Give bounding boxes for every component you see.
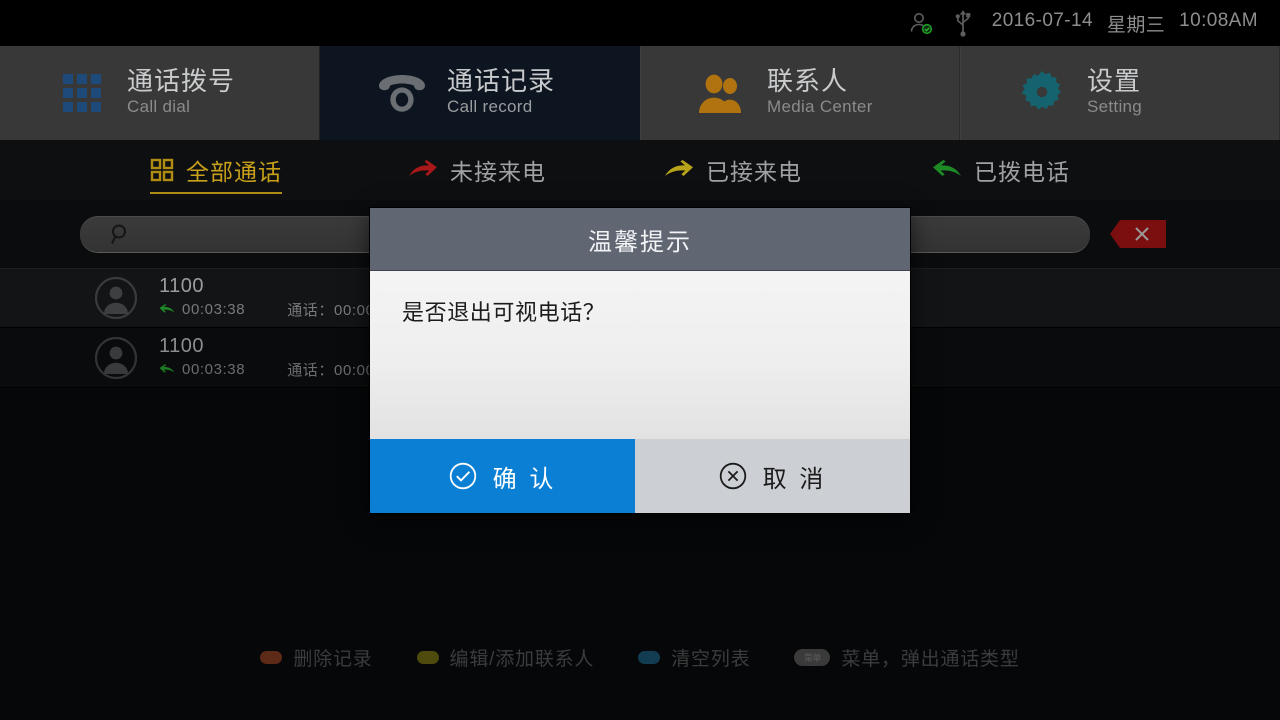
- status-time: 10:08AM: [1179, 9, 1258, 31]
- filter-tab-label: 未接来电: [450, 159, 546, 185]
- call-row-duration: 00:03:38: [182, 361, 246, 378]
- nav-label-en: Setting: [1087, 97, 1143, 117]
- nav-label-en: Call dial: [127, 97, 191, 117]
- grid-icon: [150, 158, 174, 182]
- cancel-button[interactable]: 取 消: [635, 439, 910, 513]
- nav-tab-contacts[interactable]: 联系人 Media Center: [640, 46, 960, 140]
- arrow-dialed-icon: [159, 304, 175, 315]
- delete-record-button[interactable]: [1110, 220, 1166, 248]
- hint-edit-add-contact: 编辑/添加联系人: [416, 644, 595, 671]
- check-circle-icon: [449, 462, 477, 490]
- call-row-number: 1100: [159, 335, 205, 357]
- filter-tab-received-calls[interactable]: 已接来电: [664, 140, 802, 200]
- bottom-hint-bar: 删除记录 编辑/添加联系人 清空列表 菜单 菜单，弹出通话类型: [0, 640, 1280, 674]
- hint-menu-call-type: 菜单 菜单，弹出通话类型: [794, 644, 1019, 671]
- dialog-title: 温馨提示: [370, 208, 910, 271]
- hint-label: 编辑/添加联系人: [449, 648, 595, 670]
- yellow-key-dot-icon: [416, 650, 439, 664]
- nav-label-cn: 联系人: [767, 65, 849, 96]
- call-row-talk: 通话：00:00: [287, 359, 374, 380]
- close-x-icon: [1133, 225, 1151, 243]
- call-row-duration-group: 00:03:38: [159, 361, 245, 378]
- hint-clear-list: 清空列表: [638, 644, 750, 671]
- nav-tab-call-dial-text: 通话拨号 Call dial: [127, 65, 265, 120]
- arrow-missed-icon: [408, 160, 438, 180]
- nav-tab-call-record[interactable]: 通话记录 Call record: [320, 46, 640, 140]
- user-online-icon: [908, 10, 934, 36]
- nav-label-cn: 设置: [1087, 65, 1142, 96]
- cancel-button-label: 取 消: [762, 465, 827, 493]
- talk-label: 通话：: [287, 302, 335, 319]
- call-row-body: 1100 00:03:38 通话：00:00: [159, 275, 375, 320]
- hint-label: 删除记录: [293, 648, 373, 670]
- talk-time: 00:00: [334, 362, 375, 379]
- filter-tab-label: 已拨电话: [974, 159, 1070, 185]
- hint-label: 清空列表: [671, 648, 751, 670]
- nav-tab-call-dial[interactable]: 通话拨号 Call dial: [0, 46, 320, 140]
- filter-tab-all-calls[interactable]: 全部通话: [150, 140, 282, 200]
- status-datetime: 2016-07-14 星期三 10:08AM: [992, 10, 1258, 37]
- filter-tab-label: 全部通话: [186, 159, 282, 185]
- call-row-duration-group: 00:03:38: [159, 301, 245, 318]
- nav-label-en: Media Center: [767, 97, 873, 117]
- menu-key-icon: 菜单: [794, 648, 831, 666]
- telephone-icon: [375, 66, 429, 120]
- status-weekday: 星期三: [1106, 14, 1166, 36]
- call-row-meta: 00:03:38 通话：00:00: [159, 299, 375, 320]
- dialog-message: 是否退出可视电话？: [402, 300, 606, 325]
- x-circle-icon: [719, 462, 747, 490]
- talk-time: 00:00: [334, 302, 375, 319]
- contacts-icon: [695, 66, 749, 120]
- confirm-button-label: 确 认: [492, 465, 557, 493]
- hint-label: 菜单，弹出通话类型: [841, 648, 1020, 670]
- nav-tab-contacts-text: 联系人 Media Center: [767, 65, 905, 120]
- main-nav-tabs: 通话拨号 Call dial 通话记录 Call record 联系人 Medi…: [0, 46, 1280, 140]
- call-type-filter-bar: 全部通话 未接来电 已接来电 已拨电话: [0, 140, 1280, 200]
- status-bar: 2016-07-14 星期三 10:08AM: [0, 0, 1280, 46]
- talk-label: 通话：: [287, 362, 335, 379]
- dialog-body: 是否退出可视电话？: [370, 271, 910, 439]
- dialog-actions: 确 认 取 消: [370, 439, 910, 513]
- nav-tab-call-record-text: 通话记录 Call record: [447, 65, 585, 120]
- filter-tab-missed-calls[interactable]: 未接来电: [408, 140, 546, 200]
- arrow-dialed-icon: [159, 364, 175, 375]
- blue-key-dot-icon: [638, 650, 661, 664]
- exit-confirm-dialog: 温馨提示 是否退出可视电话？ 确 认 取 消: [370, 208, 910, 513]
- arrow-received-icon: [664, 160, 694, 180]
- call-row-meta: 00:03:38 通话：00:00: [159, 359, 375, 380]
- status-date: 2016-07-14: [991, 9, 1093, 31]
- gear-icon: [1015, 66, 1069, 120]
- search-icon: [110, 223, 132, 245]
- arrow-dialed-icon: [932, 160, 962, 180]
- nav-tab-setting[interactable]: 设置 Setting: [960, 46, 1280, 140]
- nav-tab-setting-text: 设置 Setting: [1087, 65, 1225, 120]
- call-row-duration: 00:03:38: [182, 301, 246, 318]
- nav-label-en: Call record: [447, 97, 533, 117]
- call-row-talk: 通话：00:00: [287, 299, 374, 320]
- confirm-button[interactable]: 确 认: [370, 439, 635, 513]
- nav-label-cn: 通话记录: [447, 65, 556, 96]
- filter-tab-dialed-calls[interactable]: 已拨电话: [932, 140, 1070, 200]
- app-screen: 2016-07-14 星期三 10:08AM 通话拨号 Call dial 通话…: [0, 0, 1280, 720]
- contact-avatar-icon: [95, 276, 137, 319]
- usb-icon: [952, 8, 974, 38]
- red-key-dot-icon: [260, 650, 283, 664]
- hint-delete-record: 删除记录: [260, 644, 372, 671]
- nav-label-cn: 通话拨号: [127, 65, 236, 96]
- filter-tab-label: 已接来电: [706, 159, 802, 185]
- call-row-number: 1100: [159, 275, 205, 297]
- dialpad-icon: [55, 66, 109, 120]
- contact-avatar-icon: [95, 336, 137, 379]
- call-row-body: 1100 00:03:38 通话：00:00: [159, 335, 375, 380]
